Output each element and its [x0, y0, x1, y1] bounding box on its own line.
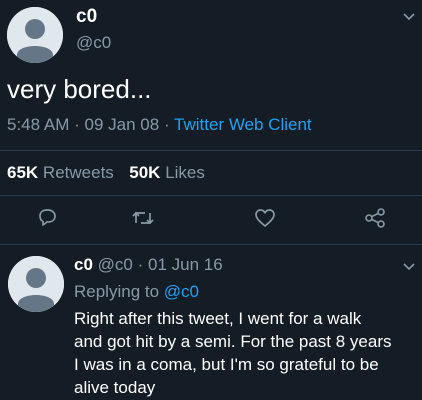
likes-stat[interactable]: 50K Likes: [129, 163, 205, 182]
divider: [0, 195, 422, 196]
main-tweet-avatar[interactable]: [7, 7, 63, 63]
reply-text-line: I was in a coma, but I'm so grateful to …: [74, 355, 379, 374]
main-tweet-handle[interactable]: @c0: [76, 33, 111, 53]
main-tweet-display-name[interactable]: c0: [76, 6, 97, 28]
divider: [0, 244, 422, 245]
reply-text-line: and got hit by a semi. For the past 8 ye…: [74, 332, 392, 351]
reply-text: Right after this tweet, I went for a wal…: [74, 307, 392, 399]
like-icon[interactable]: [254, 207, 276, 229]
retweets-stat[interactable]: 65K Retweets: [7, 163, 119, 182]
share-icon[interactable]: [364, 207, 386, 229]
retweet-icon[interactable]: [131, 207, 155, 229]
main-tweet-text: very bored...: [7, 74, 152, 104]
reply-header: c0 @c0 · 01 Jun 16: [74, 255, 223, 275]
main-tweet-time: 5:48 AM: [7, 115, 70, 134]
replying-to-handle-link[interactable]: @c0: [164, 282, 199, 301]
main-tweet-chevron-down-icon[interactable]: [402, 10, 416, 29]
reply-display-name[interactable]: c0: [74, 255, 93, 274]
meta-separator: ·: [163, 115, 170, 134]
retweets-count: 65K: [7, 163, 39, 182]
retweets-label: Retweets: [42, 163, 114, 182]
main-tweet-source-link[interactable]: Twitter Web Client: [174, 115, 312, 134]
reply-text-line: alive today: [74, 378, 156, 397]
reply-text-line: Right after this tweet, I went for a wal…: [74, 309, 362, 328]
replying-to-line: Replying to @c0: [74, 282, 199, 302]
main-tweet-stats: 65K Retweets 50K Likes: [7, 163, 205, 183]
reply-handle[interactable]: @c0: [98, 255, 133, 274]
main-tweet-date: 09 Jan 08: [84, 115, 160, 134]
reply-separator: ·: [137, 255, 144, 274]
reply-date: 01 Jun 16: [148, 255, 223, 274]
reply-icon[interactable]: [36, 206, 58, 228]
divider: [0, 150, 422, 151]
likes-label: Likes: [165, 163, 205, 182]
reply-avatar[interactable]: [8, 256, 64, 312]
likes-count: 50K: [129, 163, 161, 182]
reply-chevron-down-icon[interactable]: [402, 260, 416, 279]
main-tweet-meta: 5:48 AM · 09 Jan 08 · Twitter Web Client: [7, 115, 312, 135]
replying-to-label: Replying to: [74, 282, 160, 301]
meta-separator: ·: [74, 115, 80, 134]
